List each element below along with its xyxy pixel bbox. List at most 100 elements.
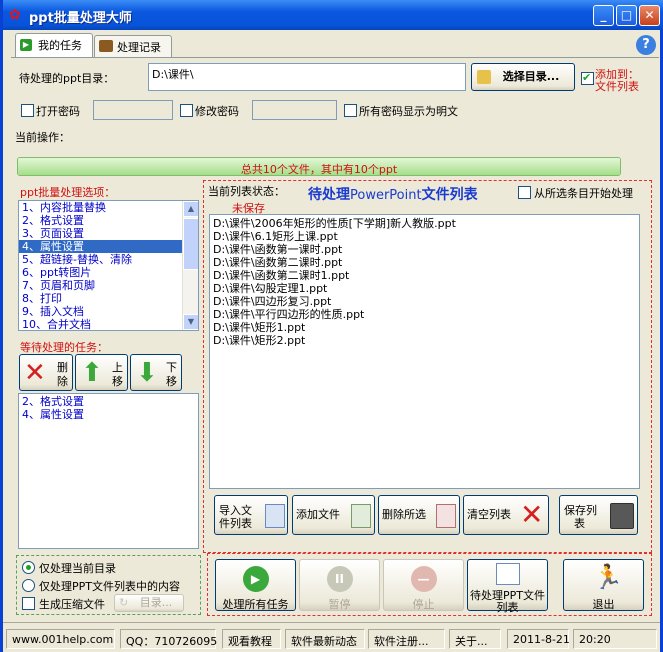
- delete-selected-button[interactable]: 删除所选: [378, 495, 460, 535]
- title-bar[interactable]: ✿ ppt批量处理大师 _ □ ✕: [3, 0, 663, 30]
- delete-label-2: 除: [57, 375, 68, 388]
- minimize-button[interactable]: _: [593, 5, 614, 26]
- pending-list-button[interactable]: 待处理PPT文件 列表: [467, 559, 548, 614]
- open-password-input[interactable]: [93, 100, 173, 120]
- pending-down-button[interactable]: ⬇ 下 移: [130, 354, 182, 391]
- options-label: ppt批量处理选项：: [20, 186, 116, 199]
- play-circle-icon: ▶: [242, 566, 269, 592]
- briefcase-icon: [99, 40, 113, 52]
- scroll-thumb[interactable]: [183, 218, 198, 270]
- tab-my-tasks[interactable]: ▶ 我的任务: [15, 33, 93, 58]
- file-list-item[interactable]: D:\课件\矩形2.ppt: [210, 334, 639, 347]
- stop-button[interactable]: — 停止: [383, 559, 464, 611]
- zip-dir-button[interactable]: ↻ 目录...: [114, 594, 184, 612]
- pending-items: 2、格式设置 4、属性设置: [19, 394, 198, 421]
- radio-current-dir[interactable]: [22, 561, 35, 574]
- option-list-item[interactable]: 6、ppt转图片: [19, 266, 198, 279]
- pending-up-button[interactable]: ⬆ 上 移: [75, 354, 128, 391]
- save-disk-icon: [610, 503, 634, 529]
- add-to-list-checkbox[interactable]: [581, 71, 594, 85]
- help-icon[interactable]: ?: [636, 35, 656, 55]
- tab-records[interactable]: 处理记录: [94, 35, 172, 57]
- add-to-list-label-2: 文件列表: [595, 80, 639, 93]
- option-list-item[interactable]: 5、超链接-替换、清除: [19, 253, 198, 266]
- play-icon: ▶: [20, 39, 32, 51]
- from-selected-label: 从所选条目开始处理: [534, 187, 633, 200]
- status-qq[interactable]: QQ：710726095: [120, 629, 217, 649]
- pending-delete-button[interactable]: ✕ 删 除: [19, 354, 73, 391]
- file-list[interactable]: D:\课件\2006年矩形的性质[下学期]新人教版.ppt D:\课件\6.1矩形…: [209, 214, 640, 489]
- filelist-title-mid: PowerPoint: [350, 188, 422, 203]
- refresh-icon: ↻: [119, 596, 129, 609]
- process-all-label: 处理所有任务: [222, 598, 289, 611]
- open-password-checkbox[interactable]: [21, 104, 34, 117]
- file-list-item[interactable]: D:\课件\勾股定理1.ppt: [210, 282, 639, 295]
- process-all-button[interactable]: ▶ 处理所有任务: [215, 559, 296, 611]
- up-arrow-icon: ⬆: [81, 358, 103, 388]
- dir-input[interactable]: D:\课件\: [148, 63, 466, 91]
- option-list-item[interactable]: 10、合并文档: [19, 318, 198, 330]
- pending-list-item[interactable]: 4、属性设置: [19, 408, 198, 421]
- show-plain-checkbox[interactable]: [344, 104, 357, 117]
- option-list-item[interactable]: 9、插入文档: [19, 305, 198, 318]
- clear-x-icon: ✕: [520, 498, 544, 531]
- exit-label: 退出: [592, 598, 615, 611]
- modify-password-input[interactable]: [252, 100, 337, 120]
- pause-circle-icon: II: [326, 566, 353, 592]
- file-list-item[interactable]: D:\课件\函数第二课时.ppt: [210, 256, 639, 269]
- app-window: ✿ ppt批量处理大师 _ □ ✕ ▶ 我的任务 处理记录 ? 待处理的ppt目…: [0, 0, 663, 652]
- list-doc-icon: [496, 563, 520, 585]
- save-label-2: 表: [574, 517, 585, 530]
- filelist-title-prefix: 待处理: [308, 187, 350, 203]
- down-arrow-icon: ⬇: [136, 358, 158, 388]
- options-list[interactable]: 1、内容批量替换 2、格式设置 3、页面设置 4、属性设置 5、超链接-替换、清除 6、p…: [18, 200, 199, 331]
- close-button[interactable]: ✕: [639, 5, 660, 26]
- delete-file-icon: [436, 504, 456, 528]
- option-list-item[interactable]: 4、属性设置: [19, 240, 198, 253]
- status-register[interactable]: 软件注册...: [368, 629, 445, 649]
- file-list-item[interactable]: D:\课件\2006年矩形的性质[下学期]新人教版.ppt: [210, 217, 639, 230]
- status-about[interactable]: 关于...: [449, 629, 501, 649]
- file-list-item[interactable]: D:\课件\函数第一课时.ppt: [210, 243, 639, 256]
- clear-list-label: 清空列表: [467, 508, 511, 521]
- delete-selected-label: 删除所选: [382, 508, 426, 521]
- pending-list-item[interactable]: 2、格式设置: [19, 395, 198, 408]
- save-list-button[interactable]: 保存列 表: [559, 495, 638, 535]
- radio-ppt-list[interactable]: [22, 579, 35, 592]
- option-list-item[interactable]: 8、打印: [19, 292, 198, 305]
- from-selected-checkbox[interactable]: [518, 186, 531, 199]
- status-site[interactable]: www.001help.com: [6, 629, 115, 649]
- option-list-item[interactable]: 3、页面设置: [19, 227, 198, 240]
- folder-icon: [477, 70, 491, 84]
- window-title: ppt批量处理大师: [29, 11, 132, 26]
- file-list-item[interactable]: D:\课件\矩形1.ppt: [210, 321, 639, 334]
- option-list-item[interactable]: 2、格式设置: [19, 214, 198, 227]
- pause-button[interactable]: II 暂停: [299, 559, 380, 611]
- current-op-label: 当前操作：: [15, 131, 70, 144]
- file-list-item[interactable]: D:\课件\平行四边形的性质.ppt: [210, 308, 639, 321]
- file-list-item[interactable]: D:\课件\函数第二课时1.ppt: [210, 269, 639, 282]
- pending-list[interactable]: 2、格式设置 4、属性设置: [18, 393, 199, 549]
- maximize-button[interactable]: □: [616, 5, 637, 26]
- file-items: D:\课件\2006年矩形的性质[下学期]新人教版.ppt D:\课件\6.1矩形…: [210, 215, 639, 347]
- tab-label: 处理记录: [117, 41, 161, 54]
- zip-checkbox[interactable]: [22, 597, 35, 610]
- options-scrollbar[interactable]: ▲ ▼: [182, 201, 198, 330]
- import-list-button[interactable]: 导入文 件列表: [214, 495, 288, 535]
- select-dir-button[interactable]: 选择目录...: [471, 63, 575, 91]
- ppt-list-label: 仅处理PPT文件列表中的内容: [39, 580, 180, 593]
- add-file-button[interactable]: 添加文件: [292, 495, 375, 535]
- status-tutorial[interactable]: 观看教程: [222, 629, 281, 649]
- pending-label: 等待处理的任务：: [20, 341, 108, 354]
- file-list-item[interactable]: D:\课件\四边形复习.ppt: [210, 295, 639, 308]
- file-list-item[interactable]: D:\课件\6.1矩形上课.ppt: [210, 230, 639, 243]
- exit-button[interactable]: 🏃 退出: [563, 559, 644, 611]
- clear-list-button[interactable]: 清空列表 ✕: [463, 495, 549, 535]
- modify-password-checkbox[interactable]: [180, 104, 193, 117]
- status-news[interactable]: 软件最新动态: [285, 629, 365, 649]
- scroll-up-icon[interactable]: ▲: [183, 201, 198, 217]
- scroll-down-icon[interactable]: ▼: [183, 314, 198, 330]
- option-list-item[interactable]: 7、页眉和页脚: [19, 279, 198, 292]
- modify-password-label: 修改密码: [195, 105, 239, 118]
- option-list-item[interactable]: 1、内容批量替换: [19, 201, 198, 214]
